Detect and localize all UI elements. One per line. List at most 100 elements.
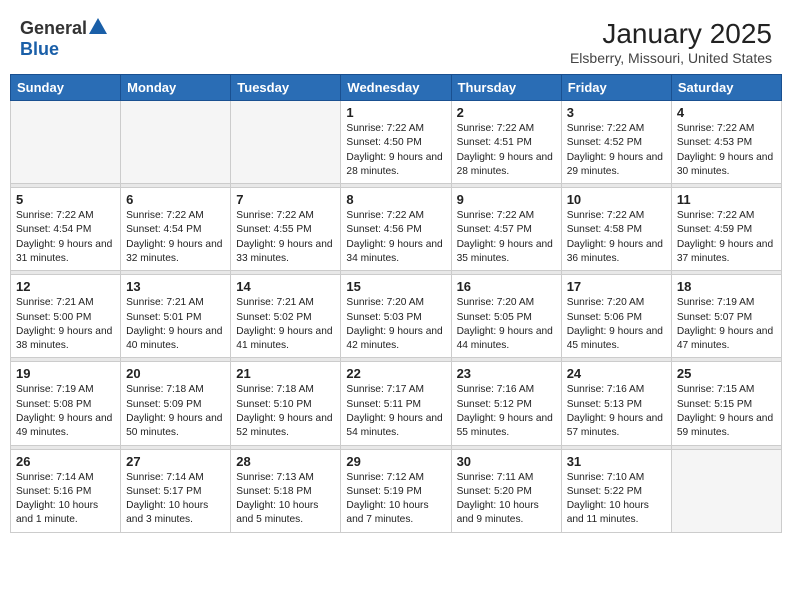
table-row: 31 Sunrise: 7:10 AMSunset: 5:22 PMDayligh…: [561, 449, 671, 532]
table-row: 21 Sunrise: 7:18 AMSunset: 5:10 PMDayligh…: [231, 362, 341, 445]
day-number: 10: [567, 192, 666, 207]
col-monday: Monday: [121, 75, 231, 101]
table-row: [671, 449, 781, 532]
day-number: 4: [677, 105, 776, 120]
day-number: 20: [126, 366, 225, 381]
day-number: 1: [346, 105, 445, 120]
day-info: Sunrise: 7:17 AMSunset: 5:11 PMDaylight:…: [346, 383, 445, 440]
table-row: 10Sunrise: 7:22 AMSunset: 4:58 PMDayligh…: [561, 188, 671, 271]
table-row: [231, 101, 341, 184]
day-number: 6: [126, 192, 225, 207]
day-number: 12: [16, 279, 115, 294]
table-row: 17Sunrise: 7:20 AMSunset: 5:06 PMDayligh…: [561, 275, 671, 358]
table-row: 18 Sunrise: 7:19 AMSunset: 5:07 PMDayligh…: [671, 275, 781, 358]
table-row: 15 Sunrise: 7:20 AMSunset: 5:03 PMDayligh…: [341, 275, 451, 358]
calendar-header-row: Sunday Monday Tuesday Wednesday Thursday…: [11, 75, 782, 101]
day-info: Sunrise: 7:21 AMSunset: 5:02 PMDaylight:…: [236, 296, 335, 353]
day-number: 8: [346, 192, 445, 207]
day-info: Sunrise: 7:22 AMSunset: 4:55 PMDaylight:…: [236, 209, 335, 266]
day-info: Sunrise: 7:19 AMSunset: 5:07 PMDaylight:…: [677, 296, 776, 353]
col-thursday: Thursday: [451, 75, 561, 101]
day-number: 7: [236, 192, 335, 207]
day-number: 13: [126, 279, 225, 294]
day-info: Sunrise: 7:22 AMSunset: 4:57 PMDaylight:…: [457, 209, 556, 266]
day-info: Sunrise: 7:22 AMSunset: 4:54 PMDaylight:…: [126, 209, 225, 266]
day-info: Sunrise: 7:22 AMSunset: 4:53 PMDaylight:…: [677, 122, 776, 179]
day-info: Sunrise: 7:22 AMSunset: 4:54 PMDaylight:…: [16, 209, 115, 266]
logo-text-general: General: [20, 18, 87, 39]
title-block: January 2025 Elsberry, Missouri, United …: [570, 18, 772, 66]
day-number: 26: [16, 454, 115, 469]
day-info: Sunrise: 7:18 AMSunset: 5:10 PMDaylight:…: [236, 383, 335, 440]
page-subtitle: Elsberry, Missouri, United States: [570, 50, 772, 66]
table-row: 7 Sunrise: 7:22 AMSunset: 4:55 PMDaylight…: [231, 188, 341, 271]
table-row: 14 Sunrise: 7:21 AMSunset: 5:02 PMDayligh…: [231, 275, 341, 358]
day-number: 30: [457, 454, 556, 469]
calendar-week-5: 26Sunrise: 7:14 AMSunset: 5:16 PMDayligh…: [11, 449, 782, 532]
calendar-week-4: 19 Sunrise: 7:19 AMSunset: 5:08 PMDayligh…: [11, 362, 782, 445]
day-info: Sunrise: 7:22 AMSunset: 4:52 PMDaylight:…: [567, 122, 666, 179]
table-row: 1Sunrise: 7:22 AMSunset: 4:50 PMDaylight…: [341, 101, 451, 184]
day-number: 22: [346, 366, 445, 381]
day-number: 19: [16, 366, 115, 381]
day-number: 5: [16, 192, 115, 207]
day-info: Sunrise: 7:22 AMSunset: 4:59 PMDaylight:…: [677, 209, 776, 266]
day-number: 23: [457, 366, 556, 381]
table-row: [11, 101, 121, 184]
table-row: 2Sunrise: 7:22 AMSunset: 4:51 PMDaylight…: [451, 101, 561, 184]
day-number: 29: [346, 454, 445, 469]
table-row: 3 Sunrise: 7:22 AMSunset: 4:52 PMDaylight…: [561, 101, 671, 184]
day-info: Sunrise: 7:10 AMSunset: 5:22 PMDaylight:…: [567, 471, 666, 528]
day-number: 3: [567, 105, 666, 120]
day-number: 15: [346, 279, 445, 294]
table-row: 23 Sunrise: 7:16 AMSunset: 5:12 PMDayligh…: [451, 362, 561, 445]
table-row: 29 Sunrise: 7:12 AMSunset: 5:19 PMDayligh…: [341, 449, 451, 532]
day-number: 11: [677, 192, 776, 207]
day-number: 14: [236, 279, 335, 294]
col-tuesday: Tuesday: [231, 75, 341, 101]
col-sunday: Sunday: [11, 75, 121, 101]
day-info: Sunrise: 7:19 AMSunset: 5:08 PMDaylight:…: [16, 383, 115, 440]
table-row: 13 Sunrise: 7:21 AMSunset: 5:01 PMDayligh…: [121, 275, 231, 358]
table-row: 9 Sunrise: 7:22 AMSunset: 4:57 PMDaylight…: [451, 188, 561, 271]
day-number: 25: [677, 366, 776, 381]
page-title: January 2025: [570, 18, 772, 50]
day-info: Sunrise: 7:20 AMSunset: 5:03 PMDaylight:…: [346, 296, 445, 353]
calendar-week-2: 5 Sunrise: 7:22 AMSunset: 4:54 PMDaylight…: [11, 188, 782, 271]
calendar-week-1: 1Sunrise: 7:22 AMSunset: 4:50 PMDaylight…: [11, 101, 782, 184]
day-number: 28: [236, 454, 335, 469]
day-info: Sunrise: 7:16 AMSunset: 5:12 PMDaylight:…: [457, 383, 556, 440]
logo: General Blue: [20, 18, 107, 60]
day-info: Sunrise: 7:18 AMSunset: 5:09 PMDaylight:…: [126, 383, 225, 440]
day-info: Sunrise: 7:16 AMSunset: 5:13 PMDaylight:…: [567, 383, 666, 440]
table-row: 30Sunrise: 7:11 AMSunset: 5:20 PMDayligh…: [451, 449, 561, 532]
day-number: 9: [457, 192, 556, 207]
table-row: 5 Sunrise: 7:22 AMSunset: 4:54 PMDaylight…: [11, 188, 121, 271]
calendar-week-3: 12 Sunrise: 7:21 AMSunset: 5:00 PMDayligh…: [11, 275, 782, 358]
calendar-table: Sunday Monday Tuesday Wednesday Thursday…: [10, 74, 782, 533]
table-row: 27Sunrise: 7:14 AMSunset: 5:17 PMDayligh…: [121, 449, 231, 532]
day-number: 16: [457, 279, 556, 294]
table-row: 24 Sunrise: 7:16 AMSunset: 5:13 PMDayligh…: [561, 362, 671, 445]
day-info: Sunrise: 7:20 AMSunset: 5:05 PMDaylight:…: [457, 296, 556, 353]
day-info: Sunrise: 7:21 AMSunset: 5:01 PMDaylight:…: [126, 296, 225, 353]
table-row: 8Sunrise: 7:22 AMSunset: 4:56 PMDaylight…: [341, 188, 451, 271]
day-info: Sunrise: 7:21 AMSunset: 5:00 PMDaylight:…: [16, 296, 115, 353]
table-row: 26Sunrise: 7:14 AMSunset: 5:16 PMDayligh…: [11, 449, 121, 532]
day-info: Sunrise: 7:22 AMSunset: 4:51 PMDaylight:…: [457, 122, 556, 179]
table-row: 4 Sunrise: 7:22 AMSunset: 4:53 PMDaylight…: [671, 101, 781, 184]
table-row: 25 Sunrise: 7:15 AMSunset: 5:15 PMDayligh…: [671, 362, 781, 445]
day-number: 31: [567, 454, 666, 469]
day-number: 18: [677, 279, 776, 294]
day-number: 21: [236, 366, 335, 381]
day-number: 27: [126, 454, 225, 469]
day-info: Sunrise: 7:20 AMSunset: 5:06 PMDaylight:…: [567, 296, 666, 353]
day-info: Sunrise: 7:12 AMSunset: 5:19 PMDaylight:…: [346, 471, 445, 528]
table-row: 16 Sunrise: 7:20 AMSunset: 5:05 PMDayligh…: [451, 275, 561, 358]
day-number: 24: [567, 366, 666, 381]
day-info: Sunrise: 7:13 AMSunset: 5:18 PMDaylight:…: [236, 471, 335, 528]
table-row: 22 Sunrise: 7:17 AMSunset: 5:11 PMDayligh…: [341, 362, 451, 445]
table-row: 28 Sunrise: 7:13 AMSunset: 5:18 PMDayligh…: [231, 449, 341, 532]
table-row: 19 Sunrise: 7:19 AMSunset: 5:08 PMDayligh…: [11, 362, 121, 445]
day-info: Sunrise: 7:15 AMSunset: 5:15 PMDaylight:…: [677, 383, 776, 440]
